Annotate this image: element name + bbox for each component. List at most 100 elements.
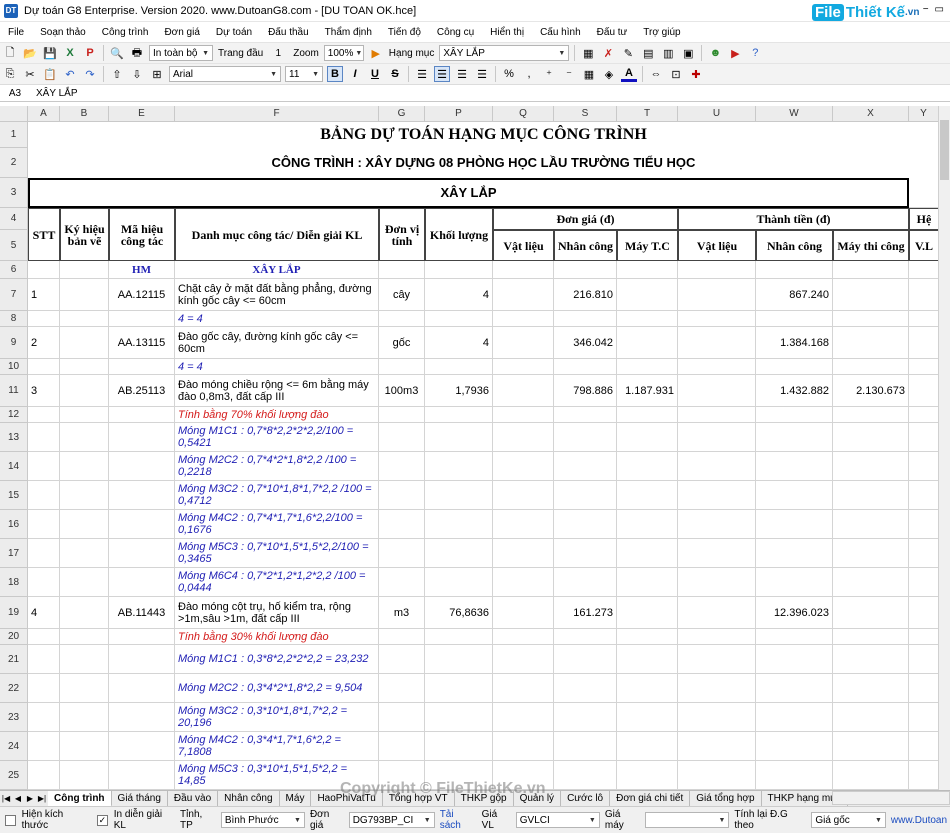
item-select[interactable]: XÂY LẮP ▼ <box>439 45 570 61</box>
cell[interactable] <box>425 645 493 674</box>
tab-cong-trinh[interactable]: Công trình <box>48 790 112 807</box>
cell[interactable] <box>493 568 554 597</box>
row-header-6[interactable]: 6 <box>0 261 28 279</box>
cell[interactable] <box>493 359 554 375</box>
estimate-note[interactable]: 4 = 4 <box>175 359 379 375</box>
cell[interactable] <box>833 645 909 674</box>
row-may-tc[interactable]: 1.187.931 <box>617 375 678 407</box>
tab-may[interactable]: Máy <box>280 790 312 807</box>
row-header-24[interactable]: 24 <box>0 732 28 761</box>
cell[interactable] <box>833 423 909 452</box>
vertical-scrollbar[interactable] <box>938 106 950 790</box>
cell[interactable] <box>554 674 617 703</box>
row-header-9[interactable]: 9 <box>0 327 28 359</box>
tab-thkp-gop[interactable]: THKP gộp <box>455 790 514 807</box>
tab-gia-thang[interactable]: Giá tháng <box>112 790 168 807</box>
row-don-vi[interactable]: m3 <box>379 597 425 629</box>
row-stt[interactable]: 2 <box>28 327 60 359</box>
cell[interactable] <box>909 359 938 375</box>
menu-unit-price[interactable]: Đơn giá <box>156 27 207 38</box>
cell[interactable] <box>756 452 833 481</box>
cell[interactable] <box>909 761 938 790</box>
row-nhan-cong[interactable]: 216.810 <box>554 279 617 311</box>
column-header-w[interactable]: W <box>756 106 833 122</box>
new-file-icon[interactable]: 🗋 <box>2 45 18 61</box>
cell[interactable] <box>379 732 425 761</box>
cell[interactable] <box>909 311 938 327</box>
cell[interactable] <box>109 359 175 375</box>
cell[interactable] <box>909 452 938 481</box>
cell[interactable] <box>379 568 425 597</box>
cell[interactable] <box>493 327 554 359</box>
cell[interactable] <box>379 674 425 703</box>
cell[interactable] <box>28 311 60 327</box>
cell[interactable] <box>60 568 109 597</box>
underline-button[interactable]: U <box>367 66 383 82</box>
row-header-3[interactable]: 3 <box>0 178 28 208</box>
cell[interactable] <box>756 510 833 539</box>
column-header-g[interactable]: G <box>379 106 425 122</box>
cell[interactable] <box>60 510 109 539</box>
cell[interactable] <box>678 629 756 645</box>
cell[interactable] <box>678 279 756 311</box>
cell[interactable] <box>60 311 109 327</box>
row-danh-muc[interactable]: Đào móng chiều rộng <= 6m bằng máy đào 0… <box>175 375 379 407</box>
row-ma-hieu[interactable]: AA.13115 <box>109 327 175 359</box>
cell[interactable] <box>909 423 938 452</box>
cell[interactable] <box>28 732 60 761</box>
row-nhan-cong[interactable]: 346.042 <box>554 327 617 359</box>
cell[interactable] <box>756 481 833 510</box>
align-justify-icon[interactable]: ☰ <box>474 66 490 82</box>
estimate-note[interactable]: Móng M5C3 : 0,3*10*1,5*1,5*2,2 = 14,85 <box>175 761 379 790</box>
cell[interactable] <box>909 629 938 645</box>
decrease-decimal-icon[interactable]: ⁻ <box>561 66 577 82</box>
cell[interactable] <box>756 539 833 568</box>
cell[interactable] <box>493 481 554 510</box>
cell[interactable] <box>617 539 678 568</box>
row-don-vi[interactable]: cây <box>379 279 425 311</box>
cell[interactable] <box>617 703 678 732</box>
cell[interactable] <box>756 703 833 732</box>
estimate-note[interactable]: Móng M1C1 : 0,7*8*2,2*2*2,2/100 = 0,5421 <box>175 423 379 452</box>
row-header-22[interactable]: 22 <box>0 674 28 703</box>
cell[interactable] <box>678 452 756 481</box>
strike-button[interactable]: S <box>387 66 403 82</box>
row-may-tc[interactable] <box>617 597 678 629</box>
row-don-vi[interactable]: 100m3 <box>379 375 425 407</box>
cell[interactable] <box>109 568 175 597</box>
cell[interactable] <box>493 761 554 790</box>
column-header-t[interactable]: T <box>617 106 678 122</box>
cell[interactable] <box>493 510 554 539</box>
comma-icon[interactable]: , <box>521 66 537 82</box>
cell[interactable] <box>425 761 493 790</box>
help-icon[interactable]: ? <box>747 45 763 61</box>
row-danh-muc[interactable]: Chặt cây ở mặt đất bằng phẳng, đường kín… <box>175 279 379 311</box>
cell[interactable] <box>493 674 554 703</box>
italic-button[interactable]: I <box>347 66 363 82</box>
cell[interactable] <box>617 407 678 423</box>
increase-decimal-icon[interactable]: ⁺ <box>541 66 557 82</box>
cell[interactable] <box>379 359 425 375</box>
zoom-select[interactable]: 100% ▼ <box>323 45 364 61</box>
cell[interactable] <box>617 732 678 761</box>
cell[interactable] <box>909 261 938 279</box>
cell[interactable] <box>617 674 678 703</box>
save-icon[interactable]: 💾 <box>42 45 58 61</box>
cell[interactable] <box>28 359 60 375</box>
row-ma-hieu[interactable]: AB.11443 <box>109 597 175 629</box>
cell[interactable] <box>379 452 425 481</box>
row-header-21[interactable]: 21 <box>0 645 28 674</box>
cell[interactable] <box>909 407 938 423</box>
cell[interactable] <box>678 359 756 375</box>
cell[interactable] <box>28 423 60 452</box>
cell[interactable] <box>617 261 678 279</box>
cell[interactable] <box>379 510 425 539</box>
cell[interactable] <box>109 703 175 732</box>
cell[interactable] <box>425 359 493 375</box>
print-preview-icon[interactable]: 🔍 <box>109 45 125 61</box>
cell[interactable] <box>425 703 493 732</box>
flag-icon[interactable]: ✚ <box>688 66 704 82</box>
cell[interactable] <box>833 311 909 327</box>
cell[interactable] <box>678 597 756 629</box>
cell[interactable] <box>678 674 756 703</box>
